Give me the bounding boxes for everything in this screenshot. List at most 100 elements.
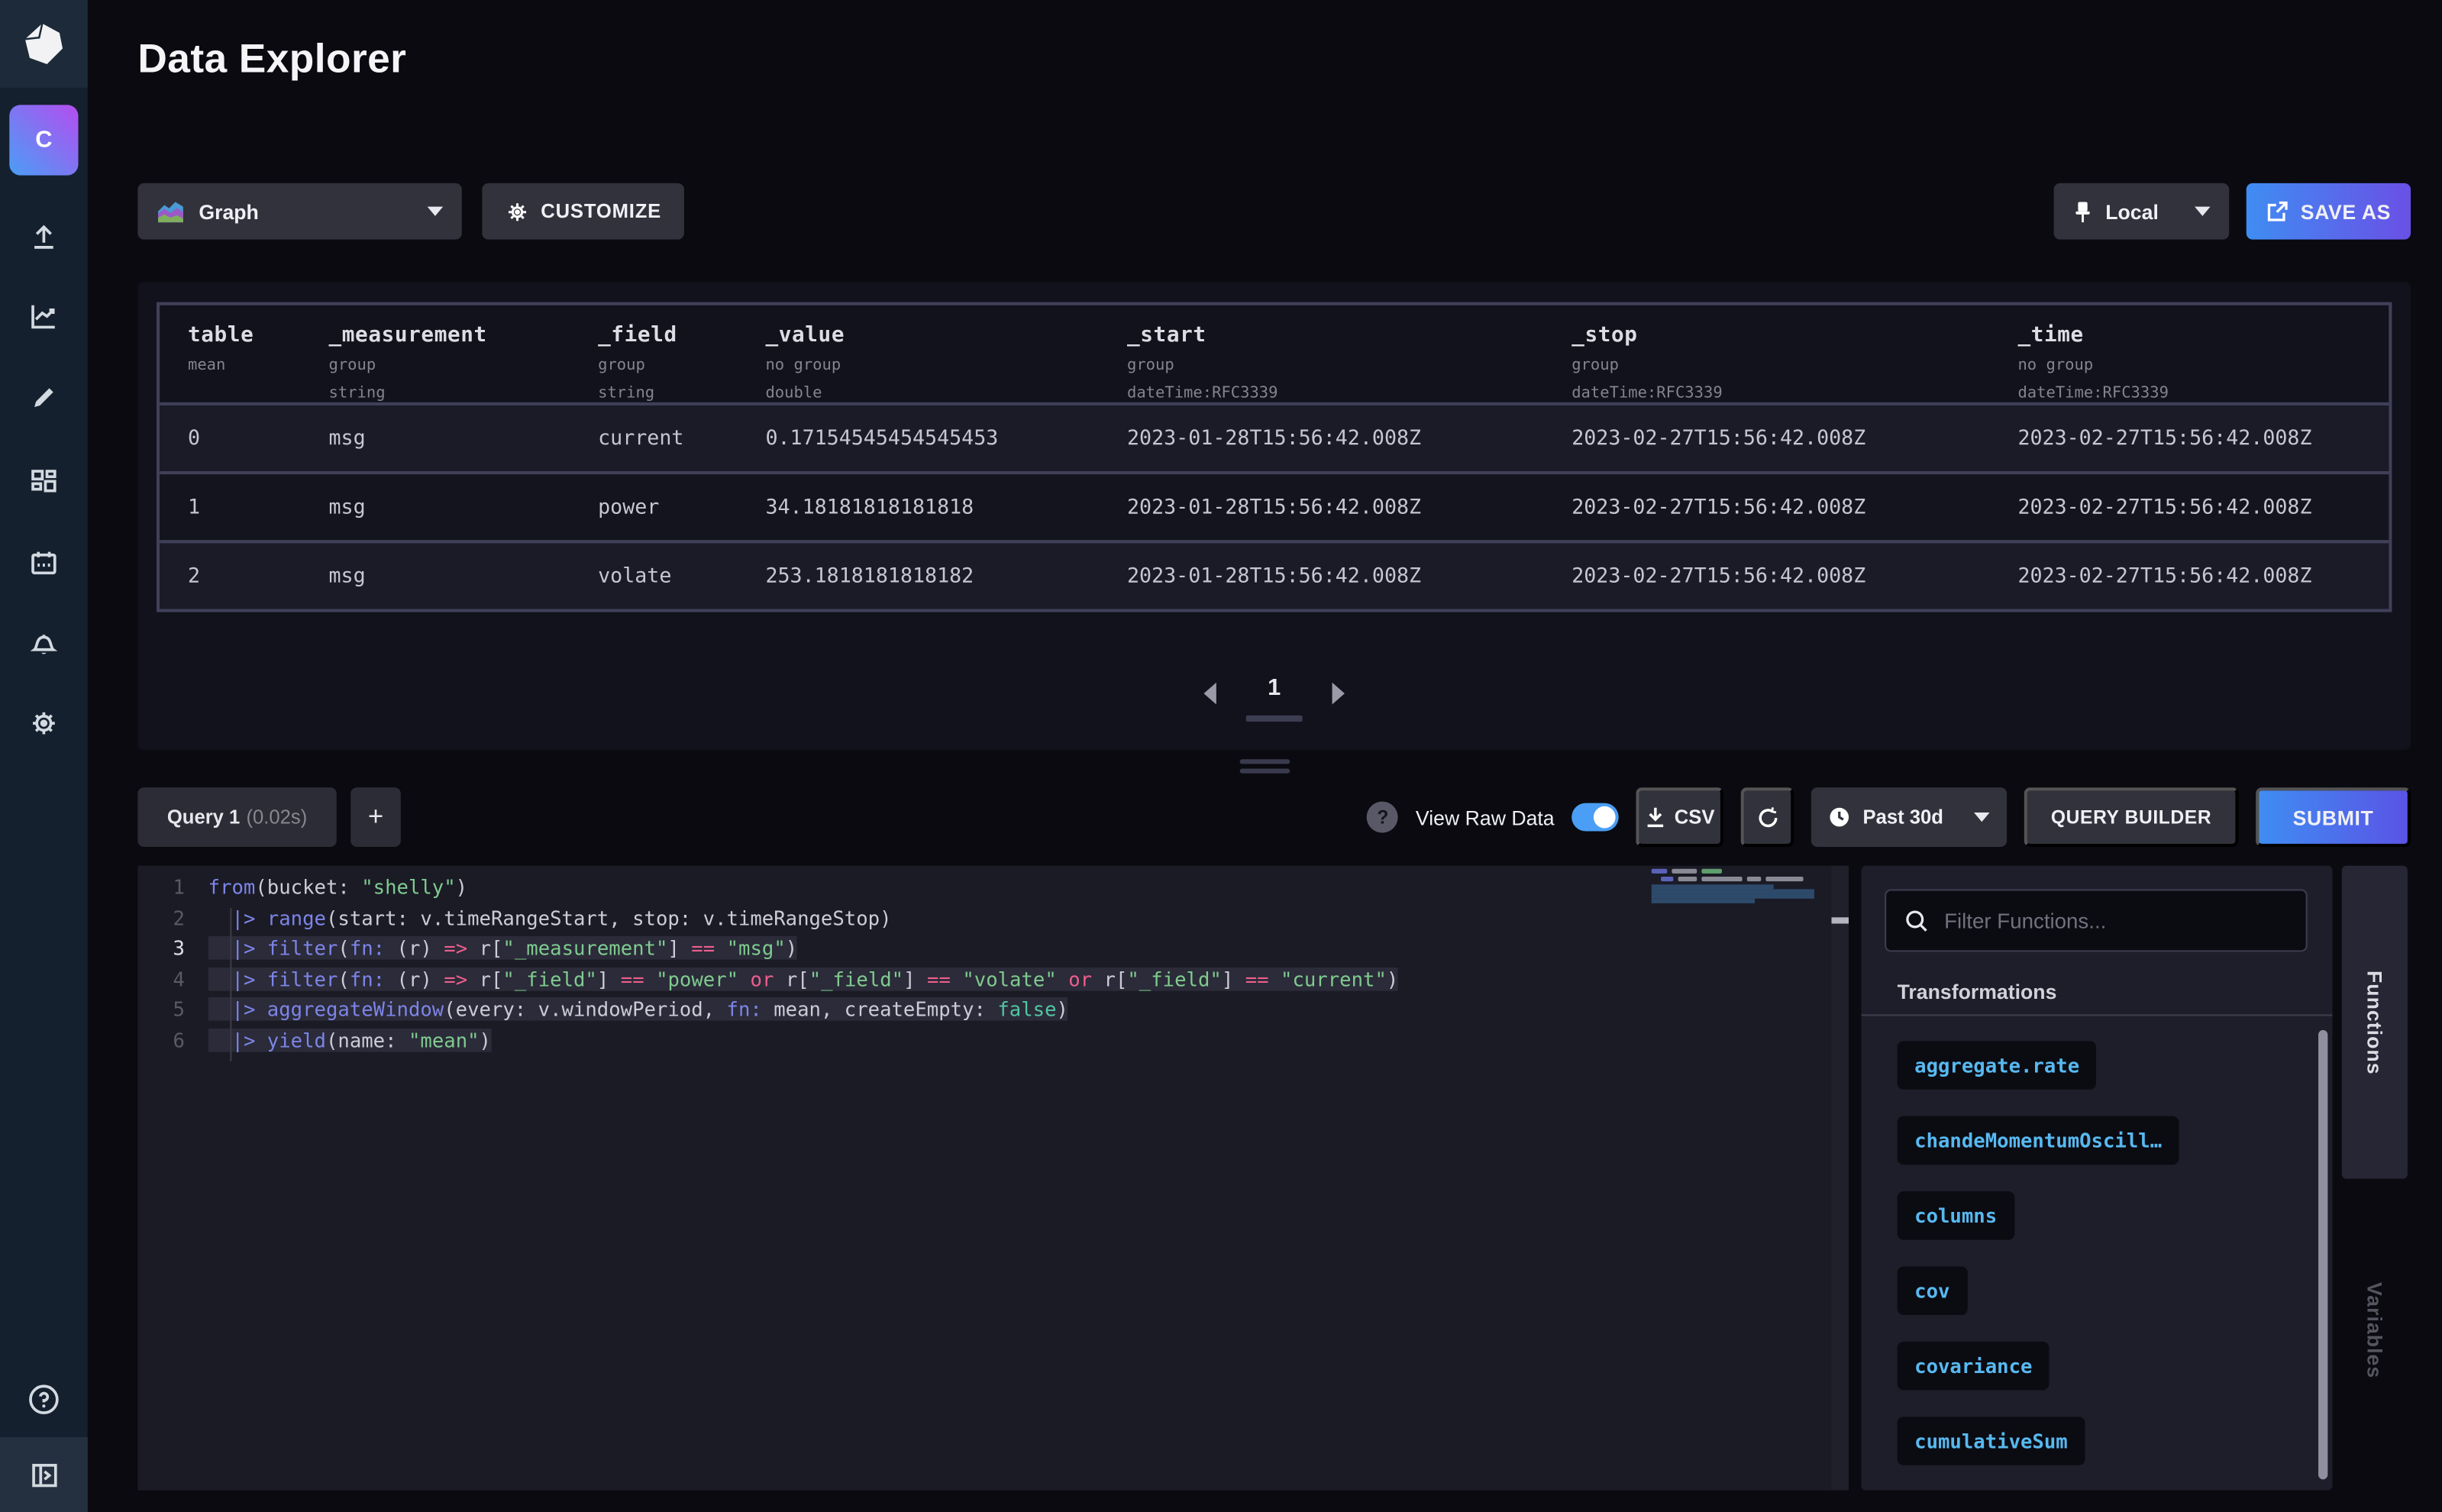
- pagination-next-button[interactable]: [1323, 678, 1354, 709]
- customize-button[interactable]: CUSTOMIZE: [482, 183, 683, 240]
- table-cell: 2023-02-27T15:56:42.008Z: [1571, 496, 2017, 519]
- table-cell: 2023-02-27T15:56:42.008Z: [1571, 564, 2017, 588]
- table-cell: 2023-02-27T15:56:42.008Z: [2017, 564, 2389, 588]
- line-number: 1: [137, 872, 185, 903]
- tab-functions-label: Functions: [2363, 970, 2386, 1074]
- section-divider: [1861, 1014, 2332, 1016]
- sidebar-item-help[interactable]: [0, 1371, 88, 1428]
- table-cell: current: [598, 427, 765, 451]
- table-cell: power: [598, 496, 765, 519]
- transformations-section-label: Transformations: [1898, 980, 2057, 1003]
- sidebar-item-load-data[interactable]: [0, 208, 88, 265]
- raw-data-table: tablemean_measurementgroupstring_fieldgr…: [157, 302, 2392, 612]
- csv-label: CSV: [1675, 806, 1715, 829]
- save-as-button[interactable]: SAVE AS: [2247, 183, 2411, 240]
- bell-icon: [28, 628, 60, 659]
- table-cell: 0.17154545454545453: [765, 427, 1127, 451]
- sidebar-item-alerts[interactable]: [0, 615, 88, 672]
- column-header-_measurement: _measurementgroupstring: [329, 322, 599, 404]
- line-number: 5: [137, 995, 185, 1026]
- pagination-page-button[interactable]: 1: [1226, 675, 1323, 702]
- graph-icon: [28, 301, 60, 332]
- local-dropdown[interactable]: Local: [2054, 183, 2230, 240]
- submit-label: SUBMIT: [2293, 806, 2374, 829]
- tab-functions[interactable]: Functions: [2342, 866, 2408, 1179]
- function-chip-chandeMomentumOscill[interactable]: chandeMomentumOscill…: [1898, 1116, 2179, 1165]
- filter-functions-input[interactable]: [1944, 909, 2287, 932]
- influxdb-logo[interactable]: [0, 0, 88, 88]
- export-icon: [2266, 200, 2289, 222]
- upload-icon: [28, 221, 60, 252]
- editor-scrollbar[interactable]: [1832, 866, 1849, 1491]
- controls-row: Graph CUSTOMIZE Local: [137, 183, 2411, 240]
- function-chip-cov[interactable]: cov: [1898, 1266, 1967, 1315]
- sidebar-item-tasks[interactable]: [0, 535, 88, 592]
- table-cell: 2023-01-28T15:56:42.008Z: [1127, 427, 1571, 451]
- column-header-_start: _startgroupdateTime:RFC3339: [1127, 322, 1571, 404]
- toggle-knob: [1594, 806, 1616, 829]
- time-range-label: Past 30d: [1863, 806, 1943, 829]
- time-range-dropdown[interactable]: Past 30d: [1811, 787, 2007, 847]
- download-csv-button[interactable]: CSV: [1636, 787, 1723, 847]
- table-cell: 2023-01-28T15:56:42.008Z: [1127, 564, 1571, 588]
- code-line-1: 1from(bucket: "shelly"): [137, 872, 1651, 903]
- data-explorer-app: C: [0, 0, 2442, 1512]
- refresh-button[interactable]: [1741, 787, 1794, 847]
- query-tab-duration: (0.02s): [247, 806, 308, 829]
- chevron-down-icon: [428, 207, 444, 216]
- table-header-row: tablemean_measurementgroupstring_fieldgr…: [160, 305, 2389, 402]
- sidebar-item-dashboards[interactable]: [0, 454, 88, 511]
- influxdb-cube-icon: [24, 22, 64, 66]
- code-line-6: 6 |> yield(name: "mean"): [137, 1026, 1651, 1056]
- edit-icon: [28, 382, 60, 413]
- table-cell: 2023-02-27T15:56:42.008Z: [2017, 427, 2389, 451]
- dashboards-icon: [28, 467, 60, 498]
- indent-guide: [230, 908, 231, 1061]
- function-chip-covariance[interactable]: covariance: [1898, 1342, 2050, 1391]
- download-icon: [1645, 806, 1665, 829]
- sidebar-item-settings[interactable]: [0, 695, 88, 751]
- query-tab-1[interactable]: Query 1 (0.02s): [137, 787, 336, 847]
- flux-code-editor[interactable]: 1from(bucket: "shelly")2 |> range(start:…: [137, 866, 1849, 1491]
- chevron-down-icon: [2195, 207, 2211, 216]
- editor-scrollbar-thumb[interactable]: [1832, 917, 1849, 923]
- code-line-3: 3 |> filter(fn: (r) => r["_measurement"]…: [137, 933, 1651, 964]
- raw-data-panel: tablemean_measurementgroupstring_fieldgr…: [137, 282, 2411, 750]
- panel-resize-handle[interactable]: [1240, 759, 1290, 778]
- function-chip-columns[interactable]: columns: [1898, 1191, 2014, 1240]
- column-header-table: tablemean: [188, 322, 329, 376]
- view-raw-data-toggle[interactable]: [1571, 803, 1619, 832]
- filter-functions-searchbox[interactable]: [1885, 889, 2308, 951]
- table-cell: 2023-02-27T15:56:42.008Z: [2017, 496, 2389, 519]
- sidebar-item-data-explorer[interactable]: [0, 288, 88, 344]
- raw-data-help-icon[interactable]: ?: [1367, 802, 1398, 833]
- column-header-_time: _timeno groupdateTime:RFC3339: [2017, 322, 2389, 404]
- query-builder-label: QUERY BUILDER: [2051, 806, 2211, 829]
- add-query-button[interactable]: +: [350, 787, 401, 847]
- line-number: 2: [137, 903, 185, 933]
- page-number: 1: [1268, 675, 1281, 702]
- avatar[interactable]: C: [9, 105, 78, 175]
- calendar-icon: [28, 548, 60, 580]
- expand-sidebar-button[interactable]: [0, 1446, 88, 1503]
- table-cell: msg: [329, 496, 599, 519]
- pagination-prev-button[interactable]: [1194, 678, 1226, 709]
- visualization-type-dropdown[interactable]: Graph: [137, 183, 461, 240]
- plus-icon: +: [368, 802, 383, 833]
- save-as-label: SAVE AS: [2301, 199, 2391, 223]
- query-builder-button[interactable]: QUERY BUILDER: [2024, 787, 2239, 847]
- question-mark-glyph: ?: [1377, 806, 1388, 829]
- pin-icon: [2072, 199, 2093, 223]
- main-content: Data Explorer Graph: [88, 0, 2442, 1512]
- code-line-5: 5 |> aggregateWindow(every: v.windowPeri…: [137, 995, 1651, 1026]
- tab-variables[interactable]: Variables: [2342, 1197, 2408, 1464]
- submit-button[interactable]: SUBMIT: [2256, 787, 2411, 847]
- function-chip-cumulativeSum[interactable]: cumulativeSum: [1898, 1417, 2085, 1465]
- customize-label: CUSTOMIZE: [541, 200, 661, 222]
- function-chip-aggregate.rate[interactable]: aggregate.rate: [1898, 1041, 2097, 1090]
- sidebar-item-notebooks[interactable]: [0, 370, 88, 426]
- table-cell: 2023-01-28T15:56:42.008Z: [1127, 496, 1571, 519]
- visualization-type-label: Graph: [199, 199, 259, 223]
- editor-minimap[interactable]: [1652, 869, 1832, 1486]
- functions-scrollbar[interactable]: [2318, 1030, 2327, 1479]
